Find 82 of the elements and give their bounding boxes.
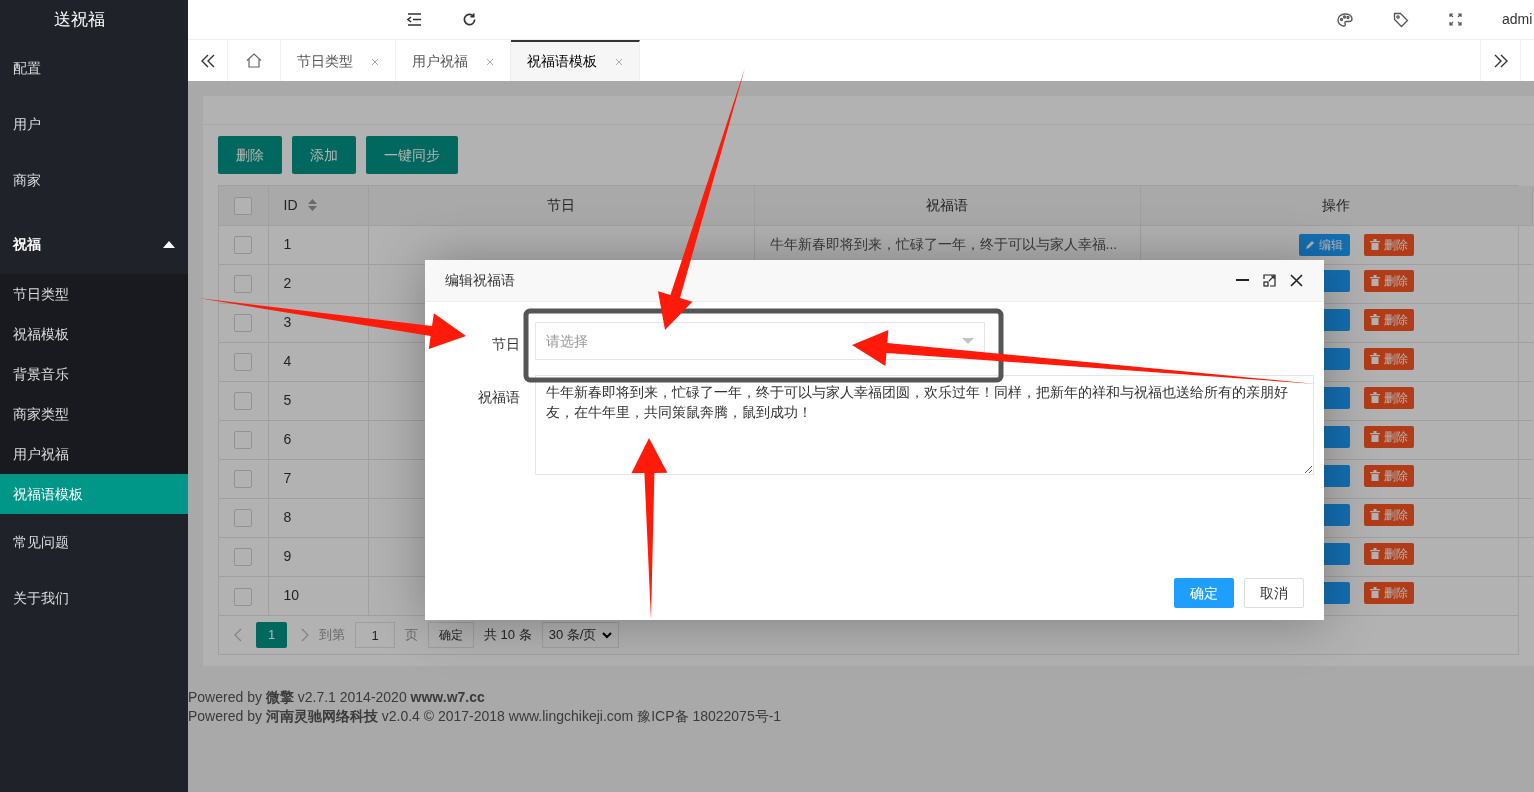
- table-cell: 牛年新春即将到来，忙碌了一年，终于可以与家人幸福...: [769, 236, 1118, 252]
- trash-icon: [1370, 548, 1380, 559]
- refresh-icon[interactable]: [462, 12, 477, 27]
- row-checkbox[interactable]: [234, 509, 253, 528]
- footer-text: Powered by 微擎 v2.7.1 2014-2020 www.w7.cc: [188, 688, 486, 707]
- dialog-title: 编辑祝福语: [445, 271, 516, 290]
- sidebar-item[interactable]: 商家: [0, 152, 188, 208]
- sidebar-subitem[interactable]: 祝福模板: [0, 314, 188, 354]
- menu-fold-icon[interactable]: [407, 13, 422, 26]
- dialog-button[interactable]: 取消: [1244, 578, 1304, 608]
- column-header: 操作: [1322, 196, 1351, 213]
- trash-icon: [1370, 239, 1380, 250]
- column-header: 节日: [547, 196, 575, 213]
- total-count: 共 10 条: [484, 626, 532, 645]
- page-input[interactable]: 1: [355, 622, 395, 648]
- table-cell: 4: [283, 353, 292, 369]
- dropdown-icon: [962, 338, 974, 344]
- checkbox[interactable]: [234, 197, 253, 216]
- home-icon[interactable]: [246, 53, 262, 68]
- page-size-select[interactable]: 30 条/页: [541, 622, 620, 648]
- table-cell: 8: [283, 509, 292, 525]
- table-cell: 2: [283, 275, 292, 291]
- row-checkbox[interactable]: [234, 353, 253, 372]
- table-cell: 10: [283, 587, 300, 604]
- pencil-icon: [1305, 239, 1315, 250]
- sidebar-subitem[interactable]: 用户祝福: [0, 434, 188, 474]
- trash-icon: [1370, 392, 1380, 403]
- maximize-icon[interactable]: [1262, 273, 1277, 288]
- sidebar-subitem[interactable]: 商家类型: [0, 394, 188, 434]
- sidebar-item[interactable]: 常见问题: [0, 514, 188, 570]
- table-cell: 5: [283, 392, 292, 408]
- table-cell: 6: [283, 431, 292, 447]
- sidebar-item[interactable]: 关于我们: [0, 570, 188, 626]
- goto-label: 到第: [319, 626, 345, 645]
- confirm-button[interactable]: 确定: [428, 622, 474, 648]
- trash-icon: [1370, 431, 1380, 442]
- row-checkbox[interactable]: [234, 548, 253, 567]
- fullscreen-icon[interactable]: [1449, 13, 1462, 26]
- row-checkbox[interactable]: [234, 587, 253, 606]
- app-logo: 送祝福: [52, 9, 106, 32]
- palette-icon[interactable]: [1337, 12, 1353, 27]
- footer-text: Powered by 河南灵驰网络科技 v2.0.4 © 2017-2018 www.lingchikeji.com 豫ICP备 18022075号-1: [188, 707, 783, 726]
- caret-icon: [163, 240, 175, 248]
- row-checkbox[interactable]: [234, 236, 253, 255]
- tag-icon[interactable]: [1393, 11, 1409, 28]
- row-checkbox[interactable]: [234, 470, 253, 489]
- chevron-down-icon: [602, 631, 613, 639]
- double-chevron-left-icon[interactable]: [200, 53, 215, 68]
- field-label: 祝福语: [478, 389, 520, 405]
- column-header: 祝福语: [926, 196, 968, 213]
- sidebar-subitem[interactable]: 背景音乐: [0, 354, 188, 394]
- username[interactable]: admi: [1502, 9, 1534, 30]
- page-label: 页: [405, 626, 418, 645]
- text-area[interactable]: 牛年新春即将到来，忙碌了一年，终于可以与家人幸福团圆，欢乐过年！同样，把新年的祥和与祝福也送给所有的亲朋好友，在牛年里，共同策鼠奔腾，鼠到成功！: [535, 375, 1314, 475]
- sidebar-subitem[interactable]: 节日类型: [0, 274, 188, 314]
- tab[interactable]: 祝福语模板: [511, 40, 640, 81]
- field-label: 节日: [492, 336, 520, 352]
- trash-icon: [1370, 275, 1380, 286]
- row-checkbox[interactable]: [234, 314, 253, 333]
- row-checkbox[interactable]: [234, 275, 253, 294]
- table-cell: 7: [283, 470, 292, 486]
- trash-icon: [1370, 587, 1380, 599]
- table-cell: 1: [283, 236, 292, 252]
- next-page-icon[interactable]: [301, 628, 309, 642]
- close-icon[interactable]: [1289, 273, 1304, 288]
- trash-icon: [1370, 470, 1380, 481]
- row-checkbox[interactable]: [234, 392, 253, 411]
- previous-page-icon[interactable]: [234, 628, 242, 642]
- sort-icon[interactable]: [307, 199, 317, 212]
- row-checkbox[interactable]: [234, 431, 253, 450]
- table-cell: 3: [283, 314, 292, 330]
- sidebar-item[interactable]: 用户: [0, 96, 188, 152]
- table-cell: 9: [283, 548, 292, 564]
- trash-icon: [1370, 353, 1380, 364]
- sidebar-subitem[interactable]: 祝福语模板: [0, 474, 188, 514]
- double-chevron-right-icon[interactable]: [1493, 53, 1508, 68]
- trash-icon: [1370, 509, 1380, 520]
- sidebar-item[interactable]: 祝福: [0, 208, 188, 274]
- trash-icon: [1370, 314, 1380, 325]
- column-header: ID: [283, 195, 298, 215]
- sidebar-item[interactable]: 配置: [0, 40, 188, 96]
- tab[interactable]: 节日类型: [281, 40, 396, 81]
